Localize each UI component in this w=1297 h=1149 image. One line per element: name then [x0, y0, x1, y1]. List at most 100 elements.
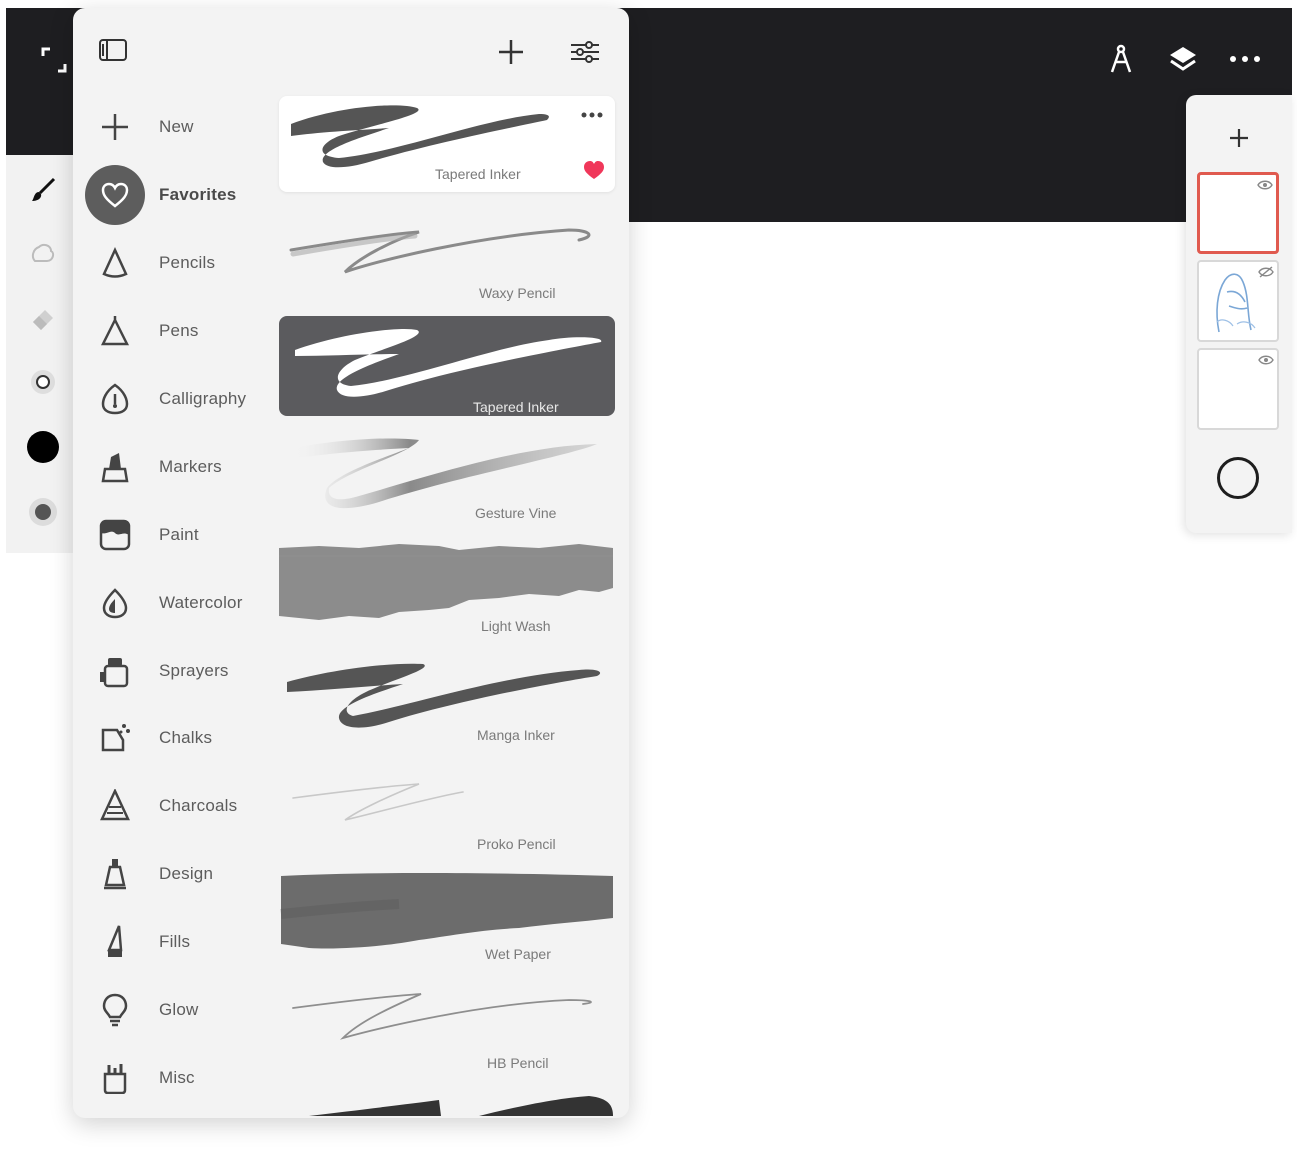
calligraphy-icon	[85, 369, 145, 429]
pencil-icon	[85, 233, 145, 293]
paint-icon	[85, 505, 145, 565]
app-root: New Favorites Pencils Pens Calligraphy M…	[0, 0, 1297, 1149]
brush-stroke-preview	[285, 438, 597, 509]
plus-icon[interactable]	[1224, 123, 1254, 153]
category-paint[interactable]: Paint	[85, 504, 275, 566]
left-toolbar	[6, 155, 78, 553]
brush-item-manga-inker[interactable]: Manga Inker	[279, 646, 615, 746]
brush-name: Wet Paper	[485, 946, 551, 962]
brush-item-tapered-inker-selected[interactable]: Tapered Inker	[279, 316, 615, 416]
category-pens[interactable]: Pens	[85, 300, 275, 362]
brush-name: Tapered Inker	[435, 166, 521, 182]
brush-stroke-preview	[292, 993, 592, 1040]
brush-library-panel: New Favorites Pencils Pens Calligraphy M…	[73, 8, 629, 1118]
fill-icon	[85, 912, 145, 972]
charcoal-icon	[85, 776, 145, 836]
brush-name: HB Pencil	[487, 1055, 549, 1071]
category-design[interactable]: Design	[85, 843, 275, 905]
category-label: Watercolor	[159, 593, 243, 612]
compass-icon[interactable]	[1104, 42, 1138, 76]
category-label: Charcoals	[159, 796, 238, 815]
expand-icon[interactable]	[40, 46, 68, 74]
layer-color-circle[interactable]	[1217, 457, 1259, 499]
brush-item-partial[interactable]	[279, 1086, 615, 1118]
sidebar-toggle-icon[interactable]	[95, 32, 131, 68]
category-glow[interactable]: Glow	[85, 979, 275, 1041]
category-chalks[interactable]: Chalks	[85, 707, 275, 769]
sprayer-icon	[85, 641, 145, 701]
watercolor-icon	[85, 573, 145, 633]
category-label: Pencils	[159, 253, 216, 272]
brush-size-icon[interactable]	[26, 365, 60, 399]
eraser-icon[interactable]	[26, 301, 60, 335]
brush-stroke-preview	[309, 1096, 613, 1116]
brush-item-proko-pencil[interactable]: Proko Pencil	[279, 756, 615, 856]
sliders-icon[interactable]	[567, 34, 603, 70]
layers-icon[interactable]	[1166, 42, 1200, 76]
brush-item-wet-paper[interactable]: Wet Paper	[279, 866, 615, 966]
brush-stroke-preview	[280, 873, 613, 949]
brush-item-gesture-vine[interactable]: Gesture Vine	[279, 426, 615, 526]
category-label: Glow	[159, 1000, 199, 1019]
category-new[interactable]: New	[85, 96, 275, 158]
eye-icon[interactable]	[1258, 354, 1274, 366]
marker-icon	[85, 437, 145, 497]
category-pencils[interactable]: Pencils	[85, 232, 275, 294]
brush-item-tapered-inker[interactable]: Tapered Inker	[279, 96, 615, 192]
category-watercolor[interactable]: Watercolor	[85, 572, 275, 634]
misc-icon	[85, 1048, 145, 1108]
eye-icon[interactable]	[1257, 179, 1273, 191]
category-label: Misc	[159, 1068, 195, 1087]
category-label: Pens	[159, 321, 199, 340]
plus-icon[interactable]	[493, 34, 529, 70]
category-label: New	[159, 117, 194, 136]
heart-icon	[85, 165, 145, 225]
category-calligraphy[interactable]: Calligraphy	[85, 368, 275, 430]
category-label: Chalks	[159, 728, 213, 747]
category-label: Design	[159, 864, 214, 883]
color-swatch[interactable]	[26, 430, 60, 464]
category-markers[interactable]: Markers	[85, 436, 275, 498]
opacity-icon[interactable]	[26, 495, 60, 529]
pen-icon	[85, 301, 145, 361]
brush-stroke-preview	[287, 663, 601, 728]
category-label: Paint	[159, 525, 199, 544]
chalk-icon	[85, 708, 145, 768]
brush-name: Waxy Pencil	[479, 285, 556, 301]
brush-icon[interactable]	[26, 173, 60, 207]
category-charcoals[interactable]: Charcoals	[85, 775, 275, 837]
brush-stroke-preview	[292, 783, 464, 821]
brush-name: Manga Inker	[477, 727, 555, 743]
category-label: Favorites	[159, 185, 237, 204]
plus-icon	[85, 97, 145, 157]
brush-name: Proko Pencil	[477, 836, 556, 852]
more-icon[interactable]	[579, 106, 605, 124]
layer-thumbnail-2[interactable]	[1197, 260, 1279, 342]
category-label: Calligraphy	[159, 389, 247, 408]
brush-stroke-preview	[279, 544, 613, 620]
category-fills[interactable]: Fills	[85, 911, 275, 973]
brush-name: Light Wash	[481, 618, 551, 634]
smudge-icon[interactable]	[26, 237, 60, 271]
brush-item-hb-pencil[interactable]: HB Pencil	[279, 976, 615, 1076]
layers-panel	[1186, 95, 1292, 533]
more-icon[interactable]	[1228, 42, 1262, 76]
glow-icon	[85, 980, 145, 1040]
brush-item-waxy-pencil[interactable]: Waxy Pencil	[279, 206, 615, 306]
heart-icon[interactable]	[583, 160, 605, 180]
layer-thumbnail-1[interactable]	[1197, 172, 1279, 254]
category-favorites[interactable]: Favorites	[85, 164, 275, 226]
eye-off-icon[interactable]	[1258, 266, 1274, 278]
category-label: Markers	[159, 457, 222, 476]
category-label: Fills	[159, 932, 191, 951]
brush-name: Gesture Vine	[475, 505, 557, 521]
layer-thumbnail-3[interactable]	[1197, 348, 1279, 430]
brush-stroke-preview	[289, 228, 591, 274]
category-misc[interactable]: Misc	[85, 1047, 275, 1109]
category-sprayers[interactable]: Sprayers	[85, 640, 275, 702]
design-icon	[85, 844, 145, 904]
brush-name: Tapered Inker	[473, 399, 559, 415]
brush-item-light-wash[interactable]: Light Wash	[279, 536, 615, 636]
category-label: Sprayers	[159, 661, 229, 680]
brush-stroke-preview	[295, 328, 602, 397]
